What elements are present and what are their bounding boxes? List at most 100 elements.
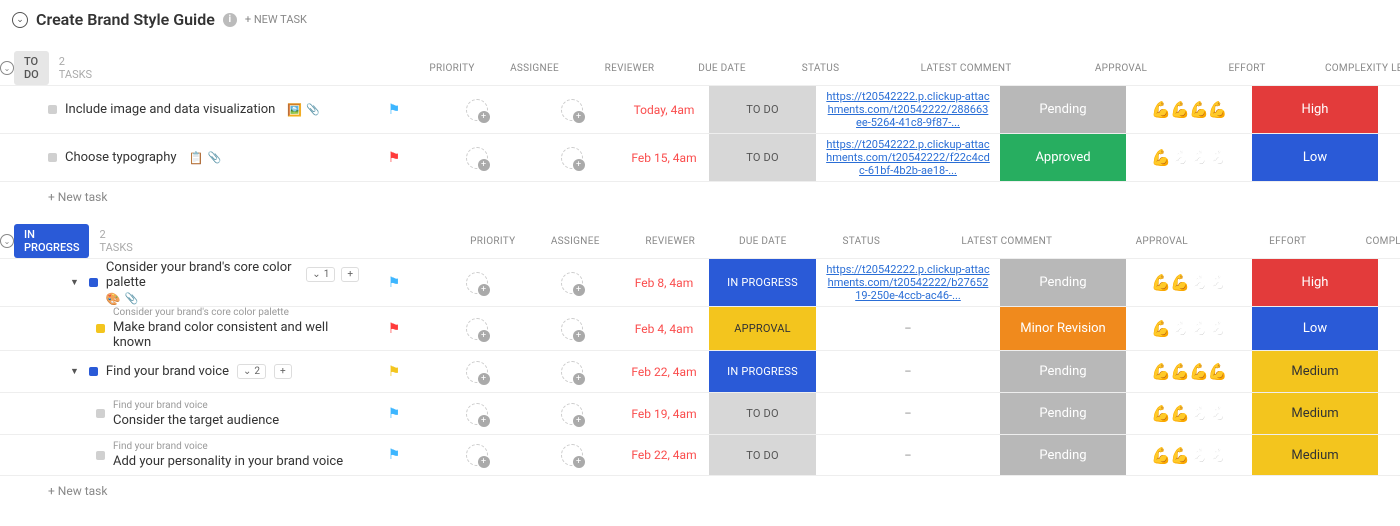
- effort-cell[interactable]: 💪💪💪💪: [1126, 393, 1252, 434]
- priority-flag-icon[interactable]: ⚑: [388, 150, 401, 166]
- complexity-cell[interactable]: High: [1252, 86, 1378, 133]
- approval-cell[interactable]: Minor Revision: [1000, 307, 1126, 350]
- status-square-icon[interactable]: [48, 153, 57, 162]
- effort-cell[interactable]: 💪💪💪💪: [1126, 134, 1252, 181]
- add-subtask-chip[interactable]: +: [274, 364, 292, 379]
- effort-cell[interactable]: 💪💪💪💪: [1126, 435, 1252, 475]
- task-name[interactable]: Consider your brand's core color palette: [106, 260, 300, 290]
- due-date[interactable]: Feb 8, 4am: [619, 259, 709, 306]
- due-date[interactable]: Feb 22, 4am: [619, 351, 709, 392]
- comment-cell[interactable]: https://t20542222.p.clickup-attachments.…: [816, 134, 1000, 181]
- due-date[interactable]: Feb 19, 4am: [619, 393, 709, 434]
- assignee-add[interactable]: [466, 318, 488, 340]
- status-cell[interactable]: TO DO: [709, 134, 816, 181]
- priority-flag-icon[interactable]: ⚑: [388, 447, 401, 463]
- status-cell[interactable]: TO DO: [709, 86, 816, 133]
- group-collapse-icon[interactable]: ⌄: [0, 234, 14, 248]
- status-square-icon[interactable]: [89, 367, 98, 376]
- due-date[interactable]: Feb 4, 4am: [619, 307, 709, 350]
- complexity-cell[interactable]: Medium: [1252, 351, 1378, 392]
- table-row[interactable]: Include image and data visualization 🖼️📎…: [0, 85, 1400, 133]
- status-square-icon[interactable]: [96, 409, 105, 418]
- reviewer-add[interactable]: [561, 318, 583, 340]
- due-date[interactable]: Feb 15, 4am: [619, 134, 709, 181]
- table-row[interactable]: Find your brand voice Consider the targe…: [0, 392, 1400, 434]
- reviewer-add[interactable]: [561, 403, 583, 425]
- col-status[interactable]: STATUS: [808, 236, 915, 247]
- col-effort[interactable]: EFFORT: [1225, 236, 1351, 247]
- attachment-icon[interactable]: 📎: [125, 292, 139, 306]
- group-collapse-icon[interactable]: ⌄: [0, 61, 14, 75]
- collapse-all-icon[interactable]: ⌄: [12, 12, 28, 28]
- col-priority[interactable]: PRIORITY: [417, 63, 487, 74]
- col-reviewer[interactable]: REVIEWER: [582, 63, 677, 74]
- col-comment[interactable]: LATEST COMMENT: [874, 63, 1058, 74]
- table-row[interactable]: Choose typography 📋📎 ⚑ Feb 15, 4am TO DO…: [0, 133, 1400, 182]
- col-comment[interactable]: LATEST COMMENT: [915, 236, 1099, 247]
- reviewer-add[interactable]: [561, 444, 583, 466]
- info-icon[interactable]: i: [223, 13, 237, 27]
- due-date[interactable]: Today, 4am: [619, 86, 709, 133]
- col-assignee[interactable]: ASSIGNEE: [487, 63, 582, 74]
- status-cell[interactable]: TO DO: [709, 393, 816, 434]
- reviewer-add[interactable]: [561, 272, 583, 294]
- complexity-cell[interactable]: Low: [1252, 134, 1378, 181]
- assignee-add[interactable]: [466, 147, 488, 169]
- attachment-icon[interactable]: 📎: [306, 103, 320, 116]
- table-row[interactable]: ▼ Consider your brand's core color palet…: [0, 258, 1400, 306]
- col-complexity[interactable]: COMPLEXITY LEVEL: [1310, 63, 1400, 74]
- complexity-cell[interactable]: Medium: [1252, 435, 1378, 475]
- col-approval[interactable]: APPROVAL: [1058, 63, 1184, 74]
- comment-cell[interactable]: https://t20542222.p.clickup-attachments.…: [816, 259, 1000, 306]
- col-reviewer[interactable]: REVIEWER: [623, 236, 718, 247]
- complexity-cell[interactable]: High: [1252, 259, 1378, 306]
- effort-cell[interactable]: 💪💪💪💪: [1126, 351, 1252, 392]
- status-cell[interactable]: IN PROGRESS: [709, 351, 816, 392]
- comment-link[interactable]: https://t20542222.p.clickup-attachments.…: [826, 138, 990, 177]
- assignee-add[interactable]: [466, 403, 488, 425]
- status-cell[interactable]: IN PROGRESS: [709, 259, 816, 306]
- comment-cell[interactable]: –: [816, 435, 1000, 475]
- col-effort[interactable]: EFFORT: [1184, 63, 1310, 74]
- col-assignee[interactable]: ASSIGNEE: [528, 236, 623, 247]
- priority-flag-icon[interactable]: ⚑: [388, 321, 401, 337]
- approval-cell[interactable]: Pending: [1000, 393, 1126, 434]
- col-due[interactable]: DUE DATE: [677, 63, 767, 74]
- col-status[interactable]: STATUS: [767, 63, 874, 74]
- expand-caret-icon[interactable]: ▼: [70, 277, 79, 288]
- group-status-pill-inprogress[interactable]: IN PROGRESS: [14, 224, 89, 258]
- approval-cell[interactable]: Approved: [1000, 134, 1126, 181]
- effort-cell[interactable]: 💪💪💪💪: [1126, 86, 1252, 133]
- reviewer-add[interactable]: [561, 147, 583, 169]
- new-task-row[interactable]: + New task: [0, 182, 1400, 212]
- task-name[interactable]: Choose typography: [65, 150, 177, 165]
- reviewer-add[interactable]: [561, 99, 583, 121]
- effort-cell[interactable]: 💪💪💪💪: [1126, 259, 1252, 306]
- subtask-count-chip[interactable]: ⌄ 1: [306, 267, 335, 282]
- table-row[interactable]: Find your brand voice Add your personali…: [0, 434, 1400, 476]
- col-due[interactable]: DUE DATE: [718, 236, 808, 247]
- priority-flag-icon[interactable]: ⚑: [388, 364, 401, 380]
- comment-cell[interactable]: –: [816, 307, 1000, 350]
- attachment-icon[interactable]: 📎: [207, 151, 221, 164]
- expand-caret-icon[interactable]: ▼: [70, 366, 79, 377]
- new-task-row[interactable]: + New task: [0, 476, 1400, 506]
- col-priority[interactable]: PRIORITY: [458, 236, 528, 247]
- col-complexity[interactable]: COMPLEXITY LEVEL: [1351, 236, 1400, 247]
- priority-flag-icon[interactable]: ⚑: [388, 102, 401, 118]
- table-row[interactable]: Consider your brand's core color palette…: [0, 306, 1400, 350]
- status-cell[interactable]: TO DO: [709, 435, 816, 475]
- assignee-add[interactable]: [466, 99, 488, 121]
- comment-link[interactable]: https://t20542222.p.clickup-attachments.…: [826, 90, 990, 129]
- task-name[interactable]: Include image and data visualization: [65, 102, 275, 117]
- approval-cell[interactable]: Pending: [1000, 86, 1126, 133]
- status-cell[interactable]: APPROVAL: [709, 307, 816, 350]
- reviewer-add[interactable]: [561, 361, 583, 383]
- complexity-cell[interactable]: Medium: [1252, 393, 1378, 434]
- subtask-count-chip[interactable]: ⌄ 2: [237, 364, 266, 379]
- assignee-add[interactable]: [466, 272, 488, 294]
- task-name[interactable]: Make brand color consistent and well kno…: [113, 320, 359, 350]
- complexity-cell[interactable]: Low: [1252, 307, 1378, 350]
- task-name[interactable]: Consider the target audience: [113, 413, 279, 428]
- table-row[interactable]: ▼ Find your brand voice ⌄ 2 + ⚑ Feb 22, …: [0, 350, 1400, 392]
